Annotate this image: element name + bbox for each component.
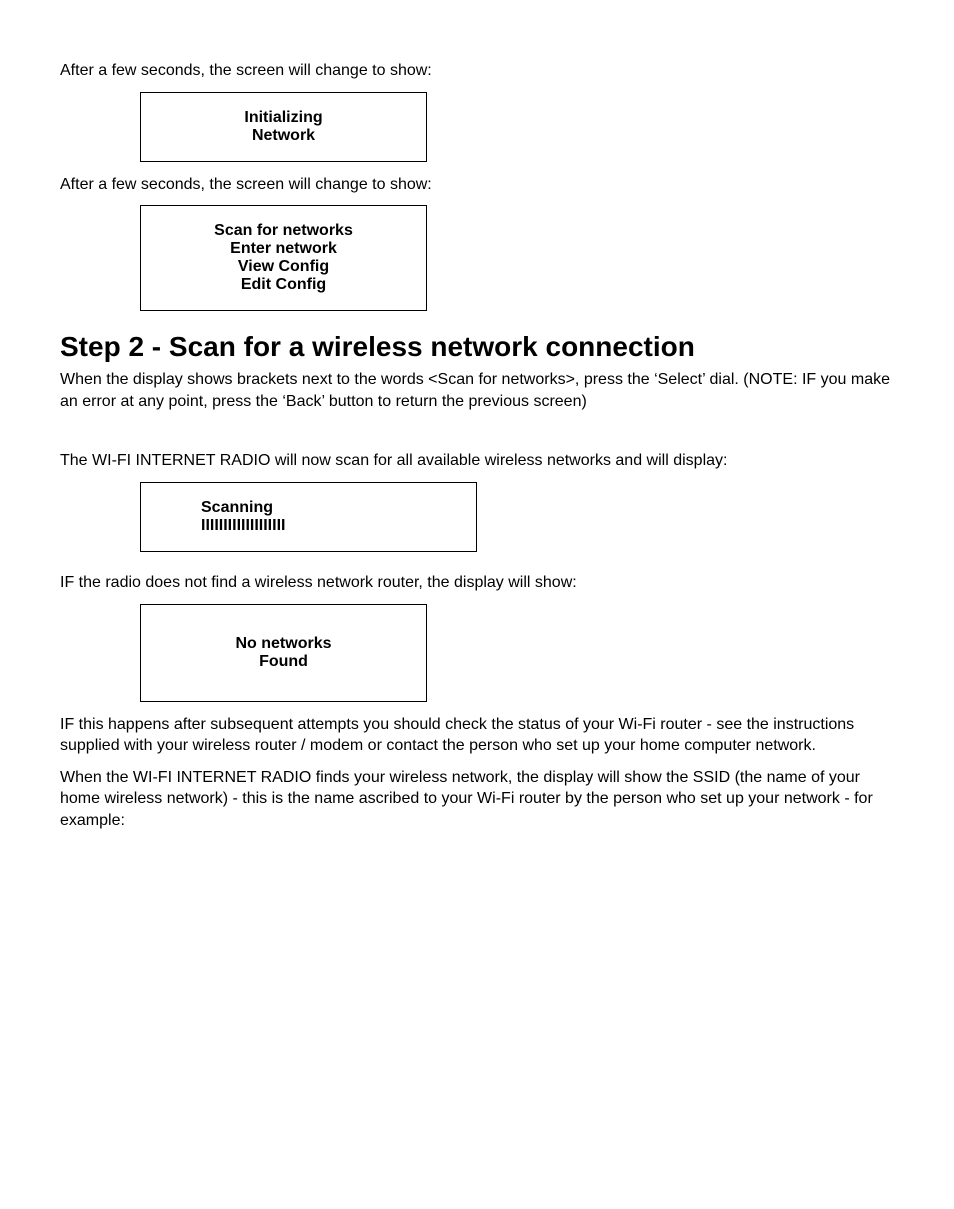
- paragraph: After a few seconds, the screen will cha…: [60, 174, 894, 196]
- screen-line: View Config: [151, 258, 416, 276]
- screen-line: Scanning: [201, 499, 466, 517]
- screen-line: Edit Config: [151, 276, 416, 294]
- step-2-heading: Step 2 - Scan for a wireless network con…: [60, 331, 894, 363]
- screen-line: Network: [151, 127, 416, 145]
- progress-bar-icon: [201, 517, 466, 535]
- paragraph: IF this happens after subsequent attempt…: [60, 714, 894, 757]
- paragraph: When the WI-FI INTERNET RADIO finds your…: [60, 767, 894, 832]
- paragraph: The WI-FI INTERNET RADIO will now scan f…: [60, 450, 894, 472]
- paragraph: IF the radio does not find a wireless ne…: [60, 572, 894, 594]
- screen-line: Enter network: [151, 240, 416, 258]
- screen-box-scanning: Scanning: [140, 482, 477, 552]
- screen-line: No networks: [151, 635, 416, 653]
- screen-line: Scan for networks: [151, 222, 416, 240]
- screen-box-no-networks: No networks Found: [140, 604, 427, 702]
- screen-line: Initializing: [151, 109, 416, 127]
- paragraph: When the display shows brackets next to …: [60, 369, 894, 412]
- paragraph: After a few seconds, the screen will cha…: [60, 60, 894, 82]
- screen-box-initializing: Initializing Network: [140, 92, 427, 162]
- screen-box-menu: Scan for networks Enter network View Con…: [140, 205, 427, 311]
- screen-line: Found: [151, 653, 416, 671]
